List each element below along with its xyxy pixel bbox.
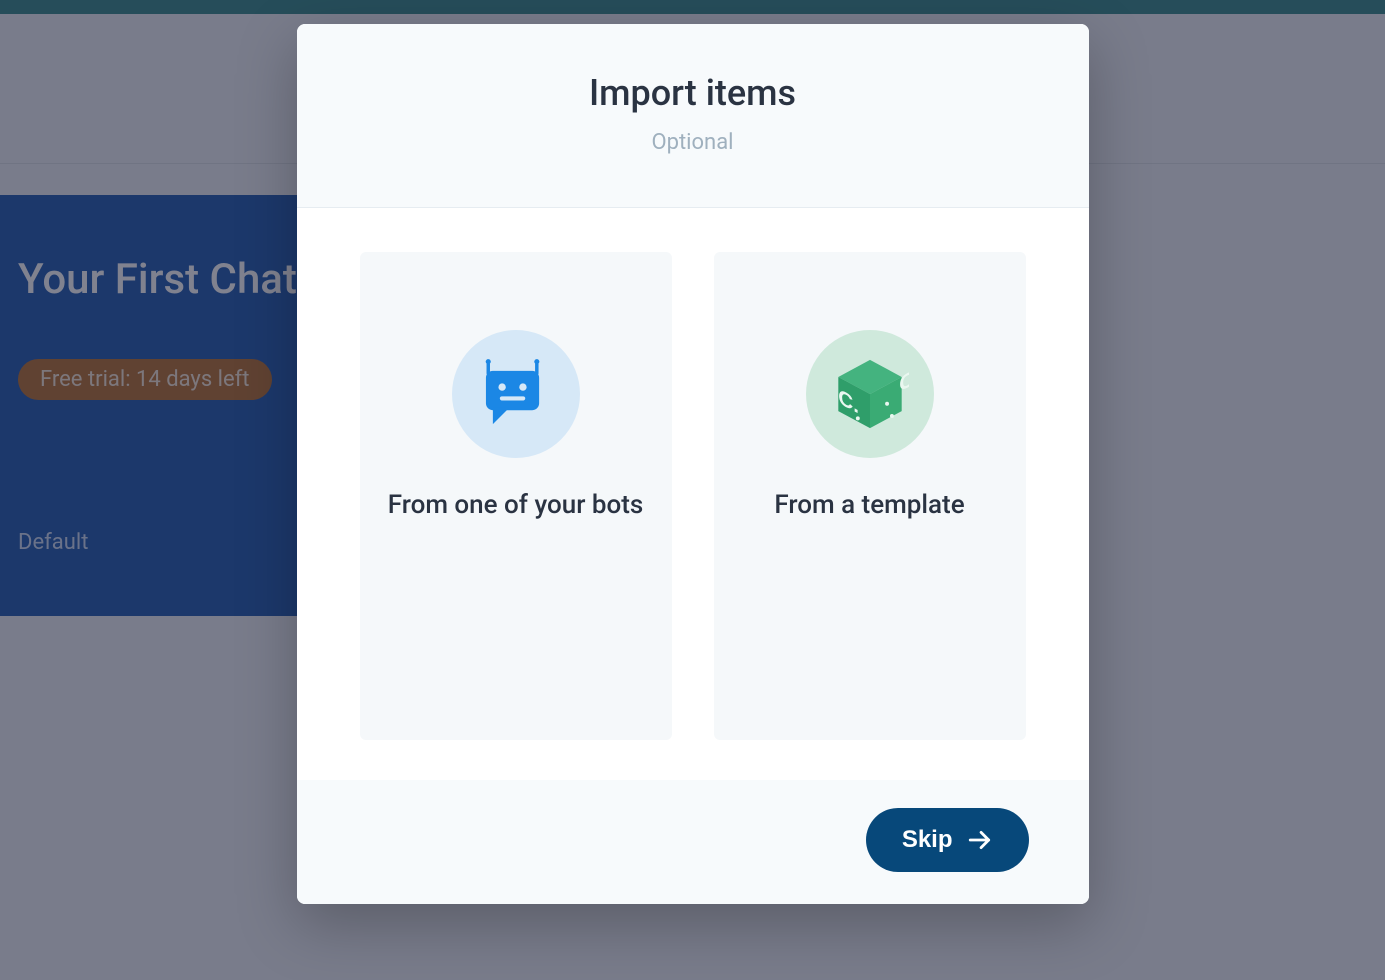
- import-items-modal: Import items Optional From one of your b…: [297, 24, 1089, 904]
- option-from-template-label: From a template: [774, 488, 964, 523]
- option-from-template[interactable]: C. C. From a template: [714, 252, 1026, 740]
- option-from-bot[interactable]: From one of your bots: [360, 252, 672, 740]
- option-from-bot-label: From one of your bots: [388, 488, 644, 523]
- template-cube-icon: C. C.: [831, 355, 909, 433]
- skip-button[interactable]: Skip: [866, 808, 1029, 872]
- modal-subtitle: Optional: [317, 130, 1069, 155]
- svg-text:C.: C.: [899, 362, 909, 396]
- template-icon-wrap: C. C.: [806, 330, 934, 458]
- arrow-right-icon: [967, 827, 993, 853]
- skip-button-label: Skip: [902, 826, 953, 854]
- modal-header: Import items Optional: [297, 24, 1089, 208]
- robot-chat-icon: [479, 357, 553, 431]
- modal-footer: Skip: [297, 780, 1089, 904]
- bot-icon-wrap: [452, 330, 580, 458]
- modal-title: Import items: [317, 72, 1069, 114]
- modal-body: From one of your bots C. C. From a templ…: [297, 208, 1089, 780]
